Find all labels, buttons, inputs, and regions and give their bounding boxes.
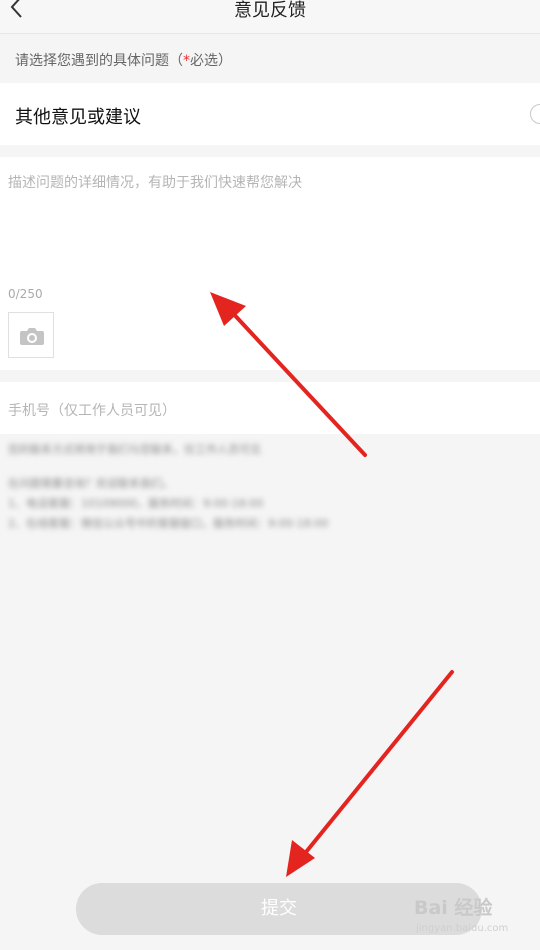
baidu-watermark: Bai 经验 jingyan.baidu.com: [414, 893, 536, 943]
description-field[interactable]: 描述问题的详细情况，有助于我们快速帮您解决 0/250: [0, 157, 540, 370]
character-counter: 0/250: [8, 287, 43, 301]
watermark-sub: jingyan.baidu.com: [416, 923, 509, 934]
description-placeholder: 描述问题的详细情况，有助于我们快速帮您解决: [8, 175, 302, 191]
phone-field[interactable]: 手机号（仅工作人员可见）: [0, 382, 540, 434]
watermark-main: Bai 经验: [414, 897, 493, 919]
phone-placeholder: 手机号（仅工作人员可见）: [8, 403, 176, 419]
contact-info: 您的联系方式将用于我们与您联系，仅工作人员可见 在问题需要咨询？欢迎联系我们。 …: [8, 440, 508, 534]
camera-icon: [20, 328, 44, 345]
info-line: 2、在线客服：微信公众号中的客服窗口，服务时间：9:00-18:00: [8, 517, 329, 530]
add-photo-button[interactable]: [8, 312, 54, 358]
hint-text-after: 必选）: [190, 53, 232, 69]
info-line: 1、电话客服：10109000，服务时间：9:00-18:00: [8, 497, 264, 510]
info-line: 您的联系方式将用于我们与您联系，仅工作人员可见: [8, 443, 261, 456]
option-other-suggestion[interactable]: 其他意见或建议: [0, 83, 540, 145]
required-star: *: [183, 53, 190, 69]
arrow-icon: [286, 670, 454, 877]
hint-text-before: 请选择您遇到的具体问题（: [15, 53, 183, 69]
option-label: 其他意见或建议: [15, 107, 141, 128]
top-bar: 意见反馈: [0, 0, 540, 34]
info-line: 在问题需要咨询？欢迎联系我们。: [8, 477, 173, 490]
page-title: 意见反馈: [234, 0, 306, 21]
problem-hint: 请选择您遇到的具体问题（*必选）: [15, 50, 232, 70]
